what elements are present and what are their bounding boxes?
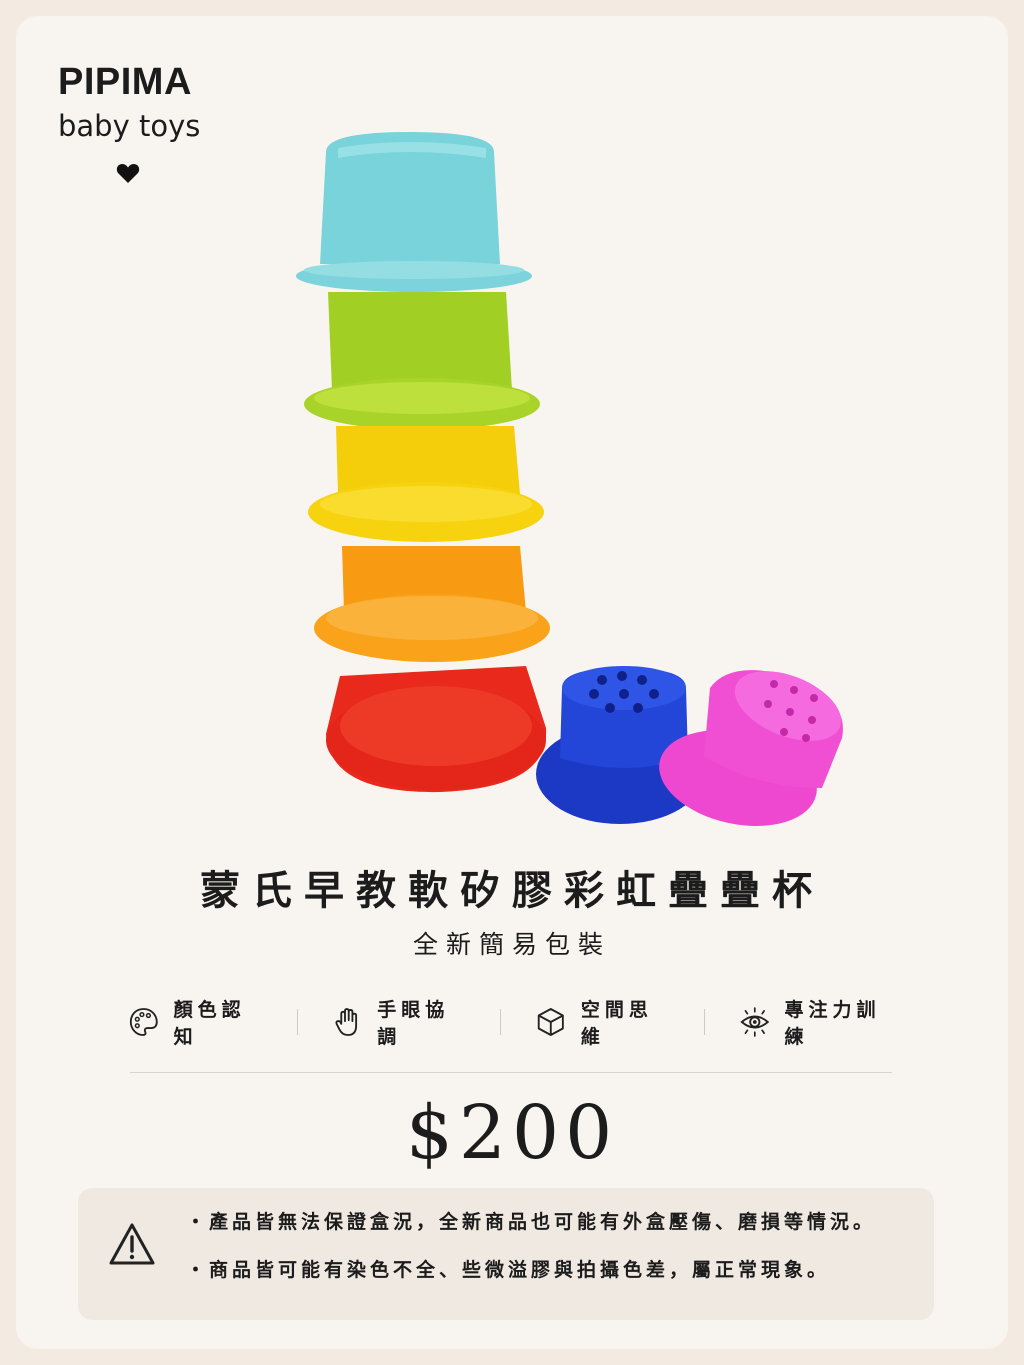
warning-icon <box>109 1223 155 1265</box>
notice-box: ・產品皆無法保證盒況，全新商品也可能有外盒壓傷、磨損等情況。 ・商品皆可能有染色… <box>78 1188 934 1320</box>
divider <box>296 1009 298 1035</box>
feature-color: 顏色認知 <box>128 999 263 1048</box>
cup-green <box>304 292 540 430</box>
heart-icon <box>116 163 140 183</box>
notice-line: ・產品皆無法保證盒況，全新商品也可能有外盒壓傷、磨損等情況。 <box>186 1211 877 1233</box>
eye-icon <box>740 1007 770 1037</box>
feature-label: 空間思維 <box>580 999 653 1048</box>
brand-tagline: baby toys <box>58 109 201 143</box>
notice-line: ・商品皆可能有染色不全、些微溢膠與拍攝色差，屬正常現象。 <box>186 1259 831 1281</box>
feature-focus: 專注力訓練 <box>739 999 896 1048</box>
divider <box>703 1009 705 1035</box>
feature-spatial: 空間思維 <box>535 999 670 1048</box>
divider <box>500 1009 502 1035</box>
feature-label: 手眼協調 <box>377 999 450 1048</box>
hand-icon <box>335 1008 357 1036</box>
cup-red <box>326 666 547 793</box>
product-title: 蒙氏早教軟矽膠彩虹疊疊杯 <box>200 867 824 914</box>
product-image <box>296 132 843 826</box>
divider-line <box>130 1072 892 1073</box>
palette-icon <box>129 1008 158 1036</box>
cup-orange <box>314 546 550 662</box>
product-subtitle: 全新簡易包裝 <box>412 930 611 959</box>
brand-logo: PIPIMA baby toys <box>58 60 208 144</box>
feature-list: 顏色認知 手眼協調 空間思維 專注力訓練 <box>128 999 896 1048</box>
feature-label: 顏色認知 <box>173 999 246 1048</box>
price: $200 <box>405 1090 619 1176</box>
notice-text: ・產品皆無法保證盒況，全新商品也可能有外盒壓傷、磨損等情況。 ・商品皆可能有染色… <box>186 1210 876 1306</box>
cube-icon <box>538 1008 565 1036</box>
feature-hand-eye: 手眼協調 <box>332 999 467 1048</box>
cup-yellow <box>308 426 544 542</box>
feature-label: 專注力訓練 <box>784 999 881 1048</box>
cup-teal <box>296 132 532 292</box>
brand-name: PIPIMA <box>58 61 192 103</box>
